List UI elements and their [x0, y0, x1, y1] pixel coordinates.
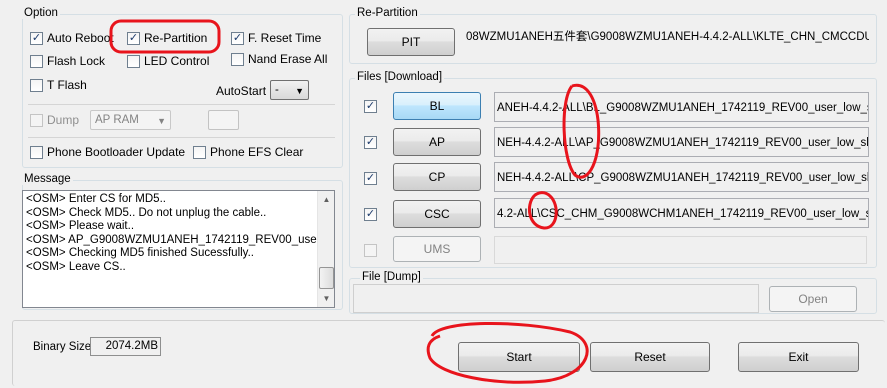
checkbox-box[interactable]: ✓ — [30, 31, 43, 45]
phone-efs-clear-label: Phone EFS Clear — [210, 145, 304, 159]
ap-path-field[interactable]: NEH-4.4.2-ALL\AP_G9008WZMU1ANEH_1742119_… — [494, 127, 869, 157]
f-reset-time-checkbox[interactable]: ✓ F. Reset Time — [231, 30, 321, 46]
bl-path-field[interactable]: ANEH-4.4.2-ALL\BL_G9008WZMU1ANEH_1742119… — [494, 92, 869, 122]
option-divider — [28, 137, 335, 138]
message-line: <OSM> Enter CS for MD5.. — [26, 193, 166, 205]
message-line: <OSM> Please wait.. — [26, 220, 135, 232]
option-group-title: Option — [22, 7, 60, 19]
t-flash-label: T Flash — [47, 78, 87, 92]
checkbox-box[interactable] — [193, 145, 206, 159]
cp-button[interactable]: CP — [393, 163, 481, 191]
binary-size-label: Binary Size — [33, 341, 92, 353]
checkbox-box[interactable] — [364, 243, 377, 257]
ap-checkbox[interactable]: ✓ — [364, 134, 377, 150]
pit-button[interactable]: PIT — [367, 28, 455, 56]
re-partition-checkbox[interactable]: ✓ Re-Partition — [127, 30, 207, 46]
dump-path-field[interactable] — [353, 284, 759, 313]
auto-reboot-checkbox[interactable]: ✓ Auto Reboot — [30, 30, 114, 46]
files-group-title: Files [Download] — [355, 71, 445, 83]
message-line: <OSM> Leave CS.. — [26, 260, 126, 273]
checkbox-box[interactable] — [127, 54, 140, 68]
checkbox-box[interactable] — [231, 52, 244, 66]
checkbox-box[interactable]: ✓ — [231, 31, 244, 45]
checkbox-box[interactable] — [30, 78, 43, 92]
pit-path-field[interactable]: 08WZMU1ANEH五件套\G9008WZMU1ANEH-4.4.2-ALL\… — [464, 24, 869, 54]
f-reset-time-label: F. Reset Time — [248, 31, 322, 45]
re-partition-label: Re-Partition — [144, 31, 208, 45]
message-group-title: Message — [22, 173, 73, 185]
ums-checkbox[interactable] — [364, 242, 377, 258]
phone-bootloader-update-label: Phone Bootloader Update — [47, 145, 186, 159]
chevron-down-icon: ▼ — [295, 86, 304, 96]
dump-label: Dump — [47, 113, 80, 127]
autostart-select[interactable]: - ▼ — [270, 80, 309, 100]
message-log[interactable]: <OSM> Enter CS for MD5.. <OSM> Check MD5… — [22, 190, 335, 308]
autostart-value: - — [275, 84, 279, 96]
repartition-group-title: Re-Partition — [355, 7, 420, 19]
checkbox-box[interactable]: ✓ — [364, 99, 377, 113]
checkbox-box[interactable] — [30, 54, 43, 68]
checkbox-box[interactable]: ✓ — [364, 171, 377, 185]
dump-field[interactable] — [208, 110, 239, 130]
dump-type-value: AP RAM — [95, 114, 139, 126]
phone-bootloader-update-checkbox[interactable]: Phone Bootloader Update — [30, 144, 185, 160]
message-scrollbar[interactable]: ▲ ▼ — [317, 191, 334, 307]
scroll-thumb[interactable] — [319, 267, 334, 289]
auto-reboot-label: Auto Reboot — [47, 31, 114, 45]
checkbox-box[interactable] — [30, 113, 43, 127]
bl-button[interactable]: BL — [393, 92, 481, 120]
nand-erase-all-label: Nand Erase All — [248, 52, 328, 66]
led-control-label: LED Control — [144, 54, 210, 68]
message-line: <OSM> AP_G9008WZMU1ANEH_1742119_REV00_us… — [26, 233, 335, 246]
phone-efs-clear-checkbox[interactable]: Phone EFS Clear — [193, 144, 303, 160]
message-line: <OSM> Check MD5.. Do not unplug the cabl… — [26, 206, 267, 219]
flash-lock-checkbox[interactable]: Flash Lock — [30, 53, 105, 69]
reset-button[interactable]: Reset — [590, 342, 710, 372]
ap-button[interactable]: AP — [393, 128, 481, 156]
checkbox-box[interactable]: ✓ — [127, 31, 140, 45]
cp-path-field[interactable]: NEH-4.4.2-ALL\CP_G9008WZMU1ANEH_1742119_… — [494, 162, 869, 192]
checkbox-box[interactable]: ✓ — [364, 207, 377, 221]
csc-checkbox[interactable]: ✓ — [364, 206, 377, 222]
t-flash-checkbox[interactable]: T Flash — [30, 77, 87, 93]
scroll-down-icon[interactable]: ▼ — [319, 291, 334, 306]
scroll-up-icon[interactable]: ▲ — [319, 192, 334, 207]
open-button[interactable]: Open — [769, 286, 857, 312]
dump-checkbox[interactable]: Dump — [30, 112, 79, 128]
chevron-down-icon: ▼ — [157, 116, 166, 126]
cp-checkbox[interactable]: ✓ — [364, 170, 377, 186]
dump-type-select[interactable]: AP RAM ▼ — [90, 110, 171, 130]
file-dump-group-title: File [Dump] — [360, 271, 423, 283]
bl-checkbox[interactable]: ✓ — [364, 98, 377, 114]
nand-erase-all-checkbox[interactable]: Nand Erase All — [231, 51, 327, 67]
checkbox-box[interactable] — [30, 145, 43, 159]
ums-button[interactable]: UMS — [393, 236, 481, 262]
csc-path-field[interactable]: 4.2-ALL\CSC_CHM_G9008WCHM1ANEH_1742119_R… — [494, 198, 869, 228]
autostart-label: AutoStart — [216, 84, 267, 98]
binary-size-value: 2074.2MB — [90, 337, 161, 356]
message-line: <OSM> Checking MD5 finished Sucessfully.… — [26, 247, 254, 259]
option-divider — [28, 104, 335, 105]
checkbox-box[interactable]: ✓ — [364, 135, 377, 149]
ums-path-field[interactable] — [494, 236, 867, 264]
exit-button[interactable]: Exit — [738, 342, 859, 372]
flash-lock-label: Flash Lock — [47, 54, 106, 68]
start-button[interactable]: Start — [458, 342, 580, 372]
led-control-checkbox[interactable]: LED Control — [127, 53, 209, 69]
csc-button[interactable]: CSC — [393, 200, 481, 228]
